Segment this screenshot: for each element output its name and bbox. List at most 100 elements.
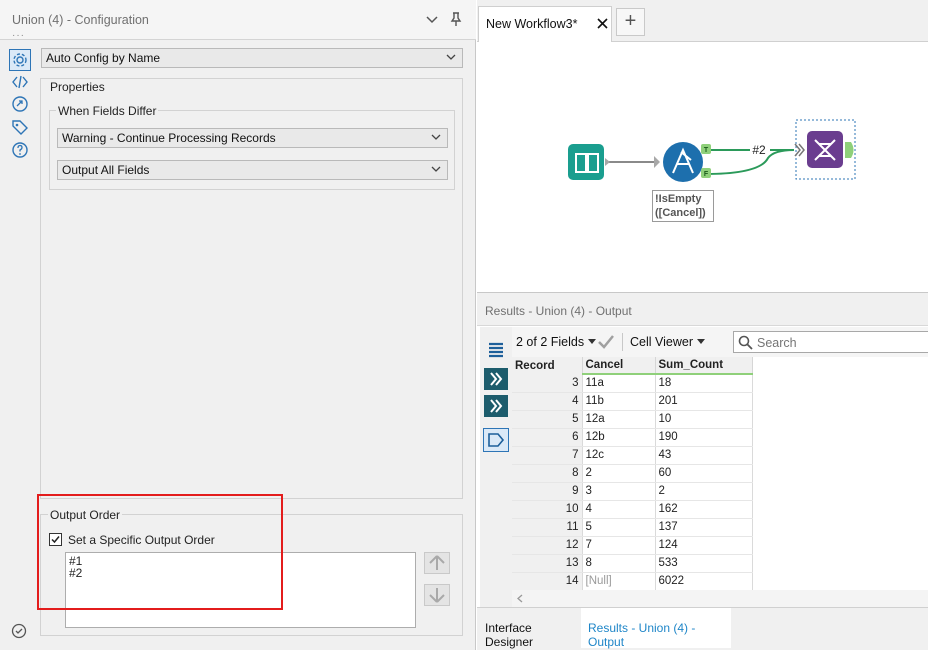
record-cell: 7 (512, 446, 583, 465)
move-up-button[interactable] (424, 552, 450, 574)
results-title: Results - Union (4) - Output (485, 304, 632, 318)
cancel-cell[interactable]: 12a (582, 410, 656, 429)
cancel-cell[interactable]: 7 (582, 536, 656, 555)
column-header-sum-count[interactable]: Sum_Count (655, 357, 753, 375)
sum-count-cell[interactable]: 533 (655, 554, 753, 573)
table-row[interactable]: 13 8 533 (512, 554, 753, 573)
cancel-cell[interactable]: 5 (582, 518, 656, 537)
cancel-cell[interactable]: 2 (582, 464, 656, 483)
cancel-cell[interactable]: 11a (582, 374, 656, 393)
code-icon[interactable] (10, 72, 30, 92)
cancel-cell[interactable]: 4 (582, 500, 656, 519)
workflow-tab-label: New Workflow3* (486, 17, 578, 31)
tab-new-workflow3[interactable]: New Workflow3* (478, 6, 612, 42)
move-down-button[interactable] (424, 584, 450, 606)
fields-count-dropdown[interactable]: 2 of 2 Fields (516, 335, 584, 349)
false-anchor-label: F (704, 171, 709, 178)
table-row[interactable]: 14 [Null] 6022 (512, 572, 753, 591)
output-fields-select[interactable]: Output All Fields (57, 160, 448, 180)
column-header-record[interactable]: Record (512, 357, 583, 374)
cancel-cell[interactable]: 3 (582, 482, 656, 501)
scroll-left-icon[interactable] (516, 594, 524, 603)
record-cell: 13 (512, 554, 583, 573)
union-tool[interactable] (794, 119, 856, 180)
column-header-cancel[interactable]: Cancel (582, 357, 656, 375)
tag-icon[interactable] (10, 117, 30, 137)
pin-icon[interactable] (448, 11, 464, 27)
record-cell: 11 (512, 518, 583, 537)
list-view-icon[interactable] (483, 339, 509, 363)
search-input[interactable] (757, 335, 927, 350)
table-row[interactable]: 12 7 124 (512, 536, 753, 555)
input-data-tool[interactable] (568, 144, 610, 180)
input-anchor (654, 156, 660, 168)
add-tab-button[interactable]: + (616, 8, 645, 36)
sum-count-cell[interactable]: 2 (655, 482, 753, 501)
table-row[interactable]: 11 5 137 (512, 518, 753, 537)
record-cell: 12 (512, 536, 583, 555)
workflow-canvas[interactable]: #2 T F (478, 42, 928, 290)
table-row[interactable]: 3 11a 18 (512, 374, 753, 393)
sum-count-cell[interactable]: 10 (655, 410, 753, 429)
config-mode-select[interactable]: Auto Config by Name (41, 48, 463, 68)
check-circle-icon[interactable] (11, 623, 27, 639)
annotation-icon[interactable] (10, 94, 30, 114)
cancel-cell[interactable]: 12b (582, 428, 656, 447)
double-chevron-right-icon[interactable] (483, 394, 509, 418)
record-cell: 9 (512, 482, 583, 501)
cell-viewer-dropdown[interactable]: Cell Viewer (630, 335, 693, 349)
chevron-down-icon (431, 166, 441, 172)
filter-tool[interactable]: T F (654, 142, 711, 182)
sum-count-cell[interactable]: 137 (655, 518, 753, 537)
sum-count-cell[interactable]: 124 (655, 536, 753, 555)
sum-count-cell[interactable]: 190 (655, 428, 753, 447)
table-row[interactable]: 932 (512, 482, 753, 501)
caret-down-icon[interactable] (697, 339, 705, 345)
search-box[interactable] (733, 331, 928, 353)
record-cell: 3 (512, 374, 583, 393)
table-row[interactable]: 8 2 60 (512, 464, 753, 483)
tab-interface-designer[interactable]: Interface Designer (477, 608, 581, 649)
arrow-down-icon (429, 588, 445, 603)
output-fields-value: Output All Fields (62, 163, 150, 177)
close-icon[interactable] (597, 18, 608, 29)
sum-count-cell[interactable]: 162 (655, 500, 753, 519)
warning-mode-select[interactable]: Warning - Continue Processing Records (57, 128, 448, 148)
sum-count-cell[interactable]: 18 (655, 374, 753, 393)
double-chevron-right-icon[interactable] (483, 367, 509, 391)
configuration-title: Union (4) - Configuration (12, 13, 149, 27)
sum-count-cell[interactable]: 60 (655, 464, 753, 483)
table-row[interactable]: 5 12a 10 (512, 410, 753, 429)
cancel-cell[interactable]: 11b (582, 392, 656, 411)
overflow-dots-icon: ··· (12, 30, 25, 41)
results-table: Record Cancel Sum_Count 3 11a 18 4 11b 201 5… (512, 357, 753, 591)
chevron-down-icon (431, 134, 441, 140)
results-grid[interactable]: Record Cancel Sum_Count 3 11a 18 4 11b 201 5… (512, 357, 928, 607)
apply-check-icon[interactable] (598, 335, 614, 349)
filter-annotation[interactable]: !IsEmpty ([Cancel]) (652, 190, 714, 222)
cancel-cell[interactable]: 12c (582, 446, 656, 465)
arrow-up-icon (429, 555, 445, 570)
sum-count-cell[interactable]: 201 (655, 392, 753, 411)
horizontal-scrollbar[interactable] (512, 590, 928, 607)
highlight-annotation-box (37, 494, 283, 610)
record-cell: 5 (512, 410, 583, 429)
sum-count-cell[interactable]: 6022 (655, 572, 753, 591)
sum-count-cell[interactable]: 43 (655, 446, 753, 465)
cancel-cell[interactable]: 8 (582, 554, 656, 573)
tab-results[interactable]: Results - Union (4) - Output (581, 608, 731, 649)
table-row[interactable]: 10 4 162 (512, 500, 753, 519)
cancel-cell[interactable]: [Null] (582, 572, 656, 591)
connection-label: #2 (752, 143, 766, 157)
config-mode-value: Auto Config by Name (46, 51, 161, 65)
table-row[interactable]: 4 11b 201 (512, 392, 753, 411)
table-row[interactable]: 7 12c 43 (512, 446, 753, 465)
tag-outline-icon[interactable] (483, 428, 509, 452)
caret-down-icon[interactable] (588, 339, 596, 345)
gear-icon[interactable] (9, 49, 31, 71)
record-cell: 14 (512, 572, 583, 591)
table-row[interactable]: 6 12b 190 (512, 428, 753, 447)
chevron-down-icon[interactable] (424, 11, 440, 27)
annotation-line: !IsEmpty (655, 193, 702, 205)
help-icon[interactable] (10, 140, 30, 160)
